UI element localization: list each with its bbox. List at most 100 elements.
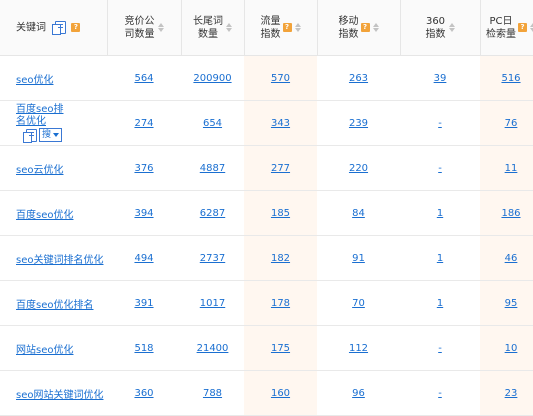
sort-icon[interactable] bbox=[157, 23, 164, 32]
header-label-line1: PC日 bbox=[489, 15, 513, 27]
longtail-link[interactable]: 200900 bbox=[193, 73, 231, 84]
sort-icon[interactable] bbox=[294, 23, 301, 32]
chevron-down-icon bbox=[53, 132, 60, 137]
header-label-line1: 长尾词 bbox=[193, 15, 223, 27]
keyword-link[interactable]: seo云优化 bbox=[16, 165, 63, 176]
keyword-link[interactable]: seo网站关键词优化 bbox=[16, 390, 103, 401]
header-competitors[interactable]: 竞价公 司数量 bbox=[107, 0, 182, 56]
keyword-link[interactable]: seo关键词排名优化 bbox=[16, 255, 103, 266]
header-keyword-label: 关键词 bbox=[16, 22, 46, 34]
pc-daily-link[interactable]: 46 bbox=[505, 253, 518, 264]
help-icon[interactable]: ? bbox=[360, 23, 370, 32]
table-row: seo优化 564 200900 570 263 39 516 bbox=[0, 55, 533, 101]
pc-daily-link[interactable]: 11 bbox=[505, 163, 518, 174]
header-label-line1: 流量 bbox=[260, 15, 281, 27]
traffic-index-link[interactable]: 185 bbox=[271, 208, 290, 219]
pc-daily-link[interactable]: 516 bbox=[501, 73, 520, 84]
mobile-index-link[interactable]: 239 bbox=[349, 118, 368, 129]
competitors-link[interactable]: 376 bbox=[134, 163, 153, 174]
traffic-index-link[interactable]: 160 bbox=[271, 388, 290, 399]
sort-icon[interactable] bbox=[448, 23, 455, 32]
header-label-line2: 指数 bbox=[260, 28, 281, 40]
mobile-index-link[interactable]: 70 bbox=[352, 298, 365, 309]
header-traffic-index[interactable]: 流量 指数? bbox=[244, 0, 318, 56]
competitors-link[interactable]: 360 bbox=[134, 388, 153, 399]
index-360-link[interactable]: - bbox=[438, 343, 442, 354]
mobile-index-link[interactable]: 84 bbox=[352, 208, 365, 219]
longtail-link[interactable]: 21400 bbox=[197, 343, 229, 354]
competitors-link[interactable]: 391 bbox=[134, 298, 153, 309]
header-longtail[interactable]: 长尾词 数量 bbox=[181, 0, 245, 56]
header-pc-daily[interactable]: PC日 检索量? bbox=[480, 0, 533, 56]
pc-daily-link[interactable]: 10 bbox=[505, 343, 518, 354]
pc-daily-link[interactable]: 23 bbox=[505, 388, 518, 399]
table-header-row: 关键词 ? 竞价公 司数量 长尾词 数量 流量 指数? 移动 指数? 360 指数 PC日… bbox=[0, 0, 533, 56]
pc-daily-link[interactable]: 95 bbox=[505, 298, 518, 309]
header-label-line2: 指数 bbox=[338, 28, 359, 40]
sort-icon[interactable] bbox=[372, 23, 379, 32]
traffic-index-link[interactable]: 277 bbox=[271, 163, 290, 174]
table-row: 百度seo排名优化搜 274 654 343 239 - 76 bbox=[0, 100, 533, 146]
header-label-line1: 360 bbox=[425, 15, 446, 27]
search-button-label: 搜 bbox=[42, 130, 52, 140]
traffic-index-link[interactable]: 570 bbox=[271, 73, 290, 84]
competitors-link[interactable]: 274 bbox=[134, 118, 153, 129]
table-row: seo云优化 376 4887 277 220 - 11 bbox=[0, 145, 533, 191]
copy-icon[interactable] bbox=[23, 128, 37, 143]
traffic-index-link[interactable]: 343 bbox=[271, 118, 290, 129]
header-label-line1: 移动 bbox=[338, 15, 359, 27]
competitors-link[interactable]: 564 bbox=[134, 73, 153, 84]
keyword-table: 关键词 ? 竞价公 司数量 长尾词 数量 流量 指数? 移动 指数? 360 指数 PC日… bbox=[0, 0, 533, 416]
header-label-line2: 司数量 bbox=[124, 28, 155, 40]
header-label-line2: 指数 bbox=[425, 28, 446, 40]
pc-daily-link[interactable]: 186 bbox=[501, 208, 520, 219]
mobile-index-link[interactable]: 263 bbox=[349, 73, 368, 84]
mobile-index-link[interactable]: 220 bbox=[349, 163, 368, 174]
longtail-link[interactable]: 654 bbox=[203, 118, 222, 129]
help-icon[interactable]: ? bbox=[518, 23, 527, 32]
index-360-link[interactable]: 1 bbox=[437, 253, 443, 264]
table-row: 网站seo优化 518 21400 175 112 - 10 bbox=[0, 325, 533, 371]
help-icon[interactable]: ? bbox=[71, 22, 81, 32]
traffic-index-link[interactable]: 178 bbox=[271, 298, 290, 309]
header-360-index[interactable]: 360 指数 bbox=[400, 0, 481, 56]
header-label-line2: 数量 bbox=[198, 28, 218, 40]
index-360-link[interactable]: 39 bbox=[434, 73, 447, 84]
index-360-link[interactable]: - bbox=[438, 163, 442, 174]
pc-daily-link[interactable]: 76 bbox=[505, 118, 518, 129]
keyword-link[interactable]: 百度seo优化 bbox=[16, 210, 73, 221]
index-360-link[interactable]: - bbox=[438, 118, 442, 129]
mobile-index-link[interactable]: 96 bbox=[352, 388, 365, 399]
mobile-index-link[interactable]: 112 bbox=[349, 343, 368, 354]
mobile-index-link[interactable]: 91 bbox=[352, 253, 365, 264]
search-dropdown-button[interactable]: 搜 bbox=[39, 128, 63, 142]
sort-icon[interactable] bbox=[226, 23, 232, 32]
keyword-link[interactable]: 网站seo优化 bbox=[16, 345, 73, 356]
keyword-link[interactable]: 百度seo优化排名 bbox=[16, 300, 93, 311]
longtail-link[interactable]: 1017 bbox=[200, 298, 225, 309]
keyword-link[interactable]: 百度seo排名优化 bbox=[16, 104, 64, 128]
header-label-line1: 竞价公 bbox=[124, 15, 155, 27]
table-row: seo网站关键词优化 360 788 160 96 - 23 bbox=[0, 370, 533, 416]
longtail-link[interactable]: 4887 bbox=[200, 163, 225, 174]
competitors-link[interactable]: 518 bbox=[134, 343, 153, 354]
index-360-link[interactable]: - bbox=[438, 388, 442, 399]
index-360-link[interactable]: 1 bbox=[437, 298, 443, 309]
traffic-index-link[interactable]: 175 bbox=[271, 343, 290, 354]
index-360-link[interactable]: 1 bbox=[437, 208, 443, 219]
copy-icon[interactable] bbox=[52, 20, 67, 35]
longtail-link[interactable]: 2737 bbox=[200, 253, 225, 264]
table-row: 百度seo优化 394 6287 185 84 1 186 bbox=[0, 190, 533, 236]
table-row: seo关键词排名优化 494 2737 182 91 1 46 bbox=[0, 235, 533, 281]
keyword-link[interactable]: seo优化 bbox=[16, 75, 53, 86]
competitors-link[interactable]: 494 bbox=[134, 253, 153, 264]
help-icon[interactable]: ? bbox=[282, 23, 292, 32]
competitors-link[interactable]: 394 bbox=[134, 208, 153, 219]
header-keyword[interactable]: 关键词 ? bbox=[0, 0, 108, 56]
table-row: 百度seo优化排名 391 1017 178 70 1 95 bbox=[0, 280, 533, 326]
traffic-index-link[interactable]: 182 bbox=[271, 253, 290, 264]
header-label-line2: 检索量 bbox=[486, 28, 516, 40]
header-mobile-index[interactable]: 移动 指数? bbox=[317, 0, 401, 56]
longtail-link[interactable]: 6287 bbox=[200, 208, 225, 219]
longtail-link[interactable]: 788 bbox=[203, 388, 222, 399]
